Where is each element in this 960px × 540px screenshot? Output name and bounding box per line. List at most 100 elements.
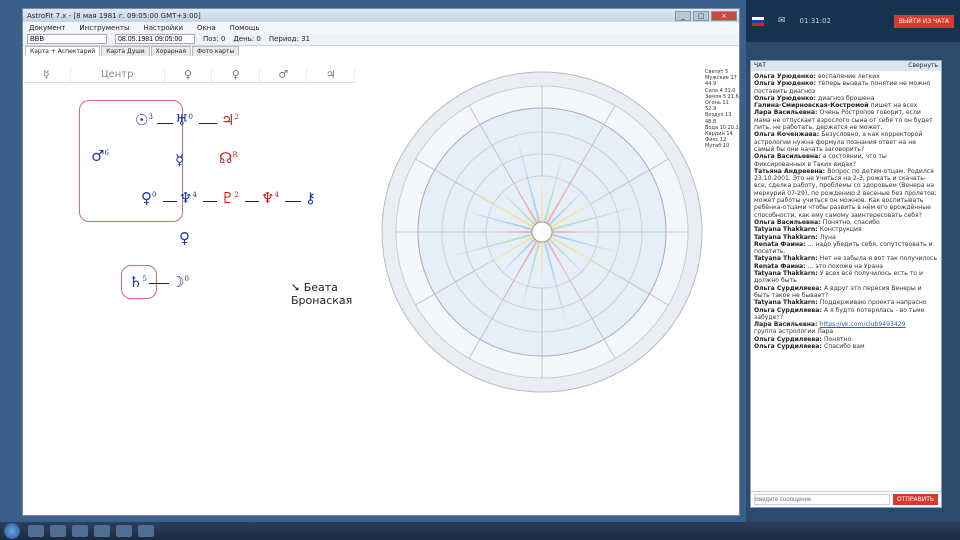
taskbar — [0, 522, 960, 540]
menu-tools[interactable]: Инструменты — [79, 24, 129, 32]
stats-table: Светит 5 Мужские 17 44.9 Сила 4 31.0 Земля … — [705, 69, 741, 150]
jupiter-glyph[interactable]: ♃2 — [221, 111, 239, 129]
arrow-neptune-pluto — [203, 201, 217, 202]
node-glyph[interactable]: ☊R — [219, 149, 238, 167]
message-text: Луна — [819, 233, 836, 241]
message-author: Ольга Сурдиляева: — [754, 306, 824, 314]
tab-horary[interactable]: Хорарная — [150, 46, 191, 56]
header-venus-1: ♀ — [165, 67, 213, 82]
chat-message: Renata Фаина: ... это похоже на Урана — [754, 263, 938, 270]
maximize-button[interactable]: □ — [693, 10, 709, 21]
explorer-icon[interactable] — [28, 525, 44, 537]
natal-chart-wheel[interactable] — [379, 69, 705, 395]
title-bar: AstroFit 7.x - [8 мая 1981 г. 09:05:00 G… — [23, 9, 739, 22]
name-input[interactable] — [27, 34, 107, 44]
venus-glyph[interactable]: ♀0 — [141, 189, 156, 207]
pluto-glyph[interactable]: ♇2 — [221, 189, 239, 207]
saturn-glyph[interactable]: ♄5 — [129, 273, 147, 291]
message-author: Renata Фаина: — [754, 240, 808, 248]
message-text: Поддерживаю проекта напрасно — [819, 299, 927, 307]
message-author: Лара Васильевна: — [754, 109, 820, 117]
chat-message: Tatyana Thakkarn: Нет не забыла я вот та… — [754, 255, 938, 262]
message-author: Tatyana Thakkarn: — [754, 233, 820, 241]
chrome-icon[interactable] — [116, 525, 132, 537]
chat-message: Tatyana Thakkarn: Конструкция — [754, 226, 938, 233]
arrow-pluto-neptune — [245, 201, 259, 202]
message-author: Ольга Урюденко: — [754, 73, 819, 80]
arrow-sun-uranus — [157, 123, 173, 124]
message-author: Tatyana Thakkarn: — [754, 270, 820, 278]
menu-help[interactable]: Помощь — [230, 24, 260, 32]
cursor-tooltip: ➘ Беата Бронаская — [291, 281, 353, 307]
neptune-2-glyph[interactable]: ♆4 — [261, 189, 279, 207]
message-text: ... это похоже на Урана — [807, 262, 883, 270]
arrow-uranus-jupiter — [199, 123, 217, 124]
astro-app-icon[interactable] — [94, 525, 110, 537]
chat-message: Tatyana Thakkarn: У всех всё получилось … — [754, 270, 938, 285]
venus-lower-glyph[interactable]: ♀ — [179, 229, 190, 247]
uranus-glyph[interactable]: ♅0 — [175, 111, 193, 129]
webinar-bar: ✉ 01:31:02 ВЫЙТИ ИЗ ЧАТА — [746, 0, 960, 42]
mercury-glyph[interactable]: ☿ — [175, 151, 184, 169]
chat-message: Татьяна Андреевна: Вопрос по детям-отцам… — [754, 168, 938, 219]
leave-chat-button[interactable]: ВЫЙТИ ИЗ ЧАТА — [893, 14, 954, 28]
stats-row: Воздух 13 48.8 — [705, 112, 732, 125]
message-author: Ольга Коченжава: — [754, 131, 822, 139]
chat-message: группа астрологии Лара — [754, 328, 938, 335]
message-author: Tatyana Thakkarn: — [754, 299, 820, 307]
chat-message: Лара Васильевна: https://vk.com/club9493… — [754, 321, 938, 328]
chiron-glyph[interactable]: ⚷ — [305, 189, 316, 207]
message-author: Татьяна Андреевна: — [754, 167, 828, 175]
media-icon[interactable] — [72, 525, 88, 537]
menu-windows[interactable]: Окна — [197, 24, 216, 32]
moon-glyph[interactable]: ☽0 — [171, 273, 189, 291]
neptune-glyph[interactable]: ♆4 — [179, 189, 197, 207]
arrow-neptune-chiron — [285, 201, 301, 202]
message-author: Галина-Смирновская-Костромой — [754, 102, 871, 110]
chat-input[interactable] — [754, 494, 890, 505]
chat-messages[interactable]: Ольга Урюденко: воспаление легких Ольга У… — [751, 71, 941, 489]
send-button[interactable]: ОТПРАВИТЬ — [892, 494, 938, 505]
browser-icon[interactable] — [50, 525, 66, 537]
chat-message: Renata Фаина: ... надо убедить себя, соп… — [754, 241, 938, 256]
message-text: группа астрологии Лара — [754, 328, 834, 336]
chat-message: Ольга Сурдиляева: Спасибо вам — [754, 343, 938, 350]
period-label: Период: 31 — [268, 35, 311, 43]
message-author: Ольга Васильевна: — [754, 153, 823, 161]
sun-glyph[interactable]: ☉3 — [135, 111, 153, 129]
message-text: Нет не забыла я вот так получилось — [819, 255, 938, 263]
tab-soul-chart[interactable]: Карта Души — [101, 46, 150, 56]
arrow-saturn-moon — [149, 283, 169, 284]
header-venus-2: ♀ — [212, 67, 260, 82]
minimize-button[interactable]: _ — [675, 10, 691, 21]
menu-settings[interactable]: Настройки — [143, 24, 183, 32]
header-mars: ♂ — [260, 67, 308, 82]
skype-icon[interactable] — [138, 525, 154, 537]
start-button[interactable] — [4, 523, 20, 539]
menu-bar: Документ Инструменты Настройки Окна Помо… — [23, 22, 739, 33]
tab-photo[interactable]: Фото карты — [191, 46, 240, 56]
date-input[interactable] — [115, 34, 195, 44]
chat-message: Tatyana Thakkarn: Поддерживаю проекта на… — [754, 299, 938, 306]
message-author: Renata Фаина: — [754, 262, 808, 270]
flag-icon — [752, 16, 764, 26]
message-text: Вопрос по детям-отцам. Родился 23.10.200… — [754, 167, 937, 219]
message-author: Tatyana Thakkarn: — [754, 255, 820, 263]
chat-message: Ольга Сурдиляева: А я будто потерялась -… — [754, 307, 938, 322]
grid-header: ☿ Центр ♀ ♀ ♂ ♃ — [23, 67, 356, 83]
tab-chart-aspects[interactable]: Карта + Аспектарий — [25, 46, 101, 56]
mic-icon[interactable]: ✉ — [778, 16, 786, 26]
close-button[interactable]: × — [711, 10, 737, 21]
header-mercury: ☿ — [23, 67, 71, 82]
mars-glyph[interactable]: ♂6 — [91, 147, 109, 165]
chat-message: Tatyana Thakkarn: Луна — [754, 234, 938, 241]
chat-message: Ольга Урюденко: воспаление легких — [754, 73, 938, 80]
message-text: Понятно — [823, 335, 852, 343]
message-link[interactable]: https://vk.com/club9493429 — [820, 321, 906, 328]
pos-label: Поз: 0 — [203, 35, 226, 43]
message-author: Ольга Урюденко: — [754, 80, 819, 88]
chat-message: Ольга Васильевна: Понятно, спасибо — [754, 219, 938, 226]
menu-document[interactable]: Документ — [29, 24, 65, 32]
pointer-icon: ➘ — [291, 281, 301, 294]
collapse-button[interactable]: Свернуть — [908, 62, 938, 70]
